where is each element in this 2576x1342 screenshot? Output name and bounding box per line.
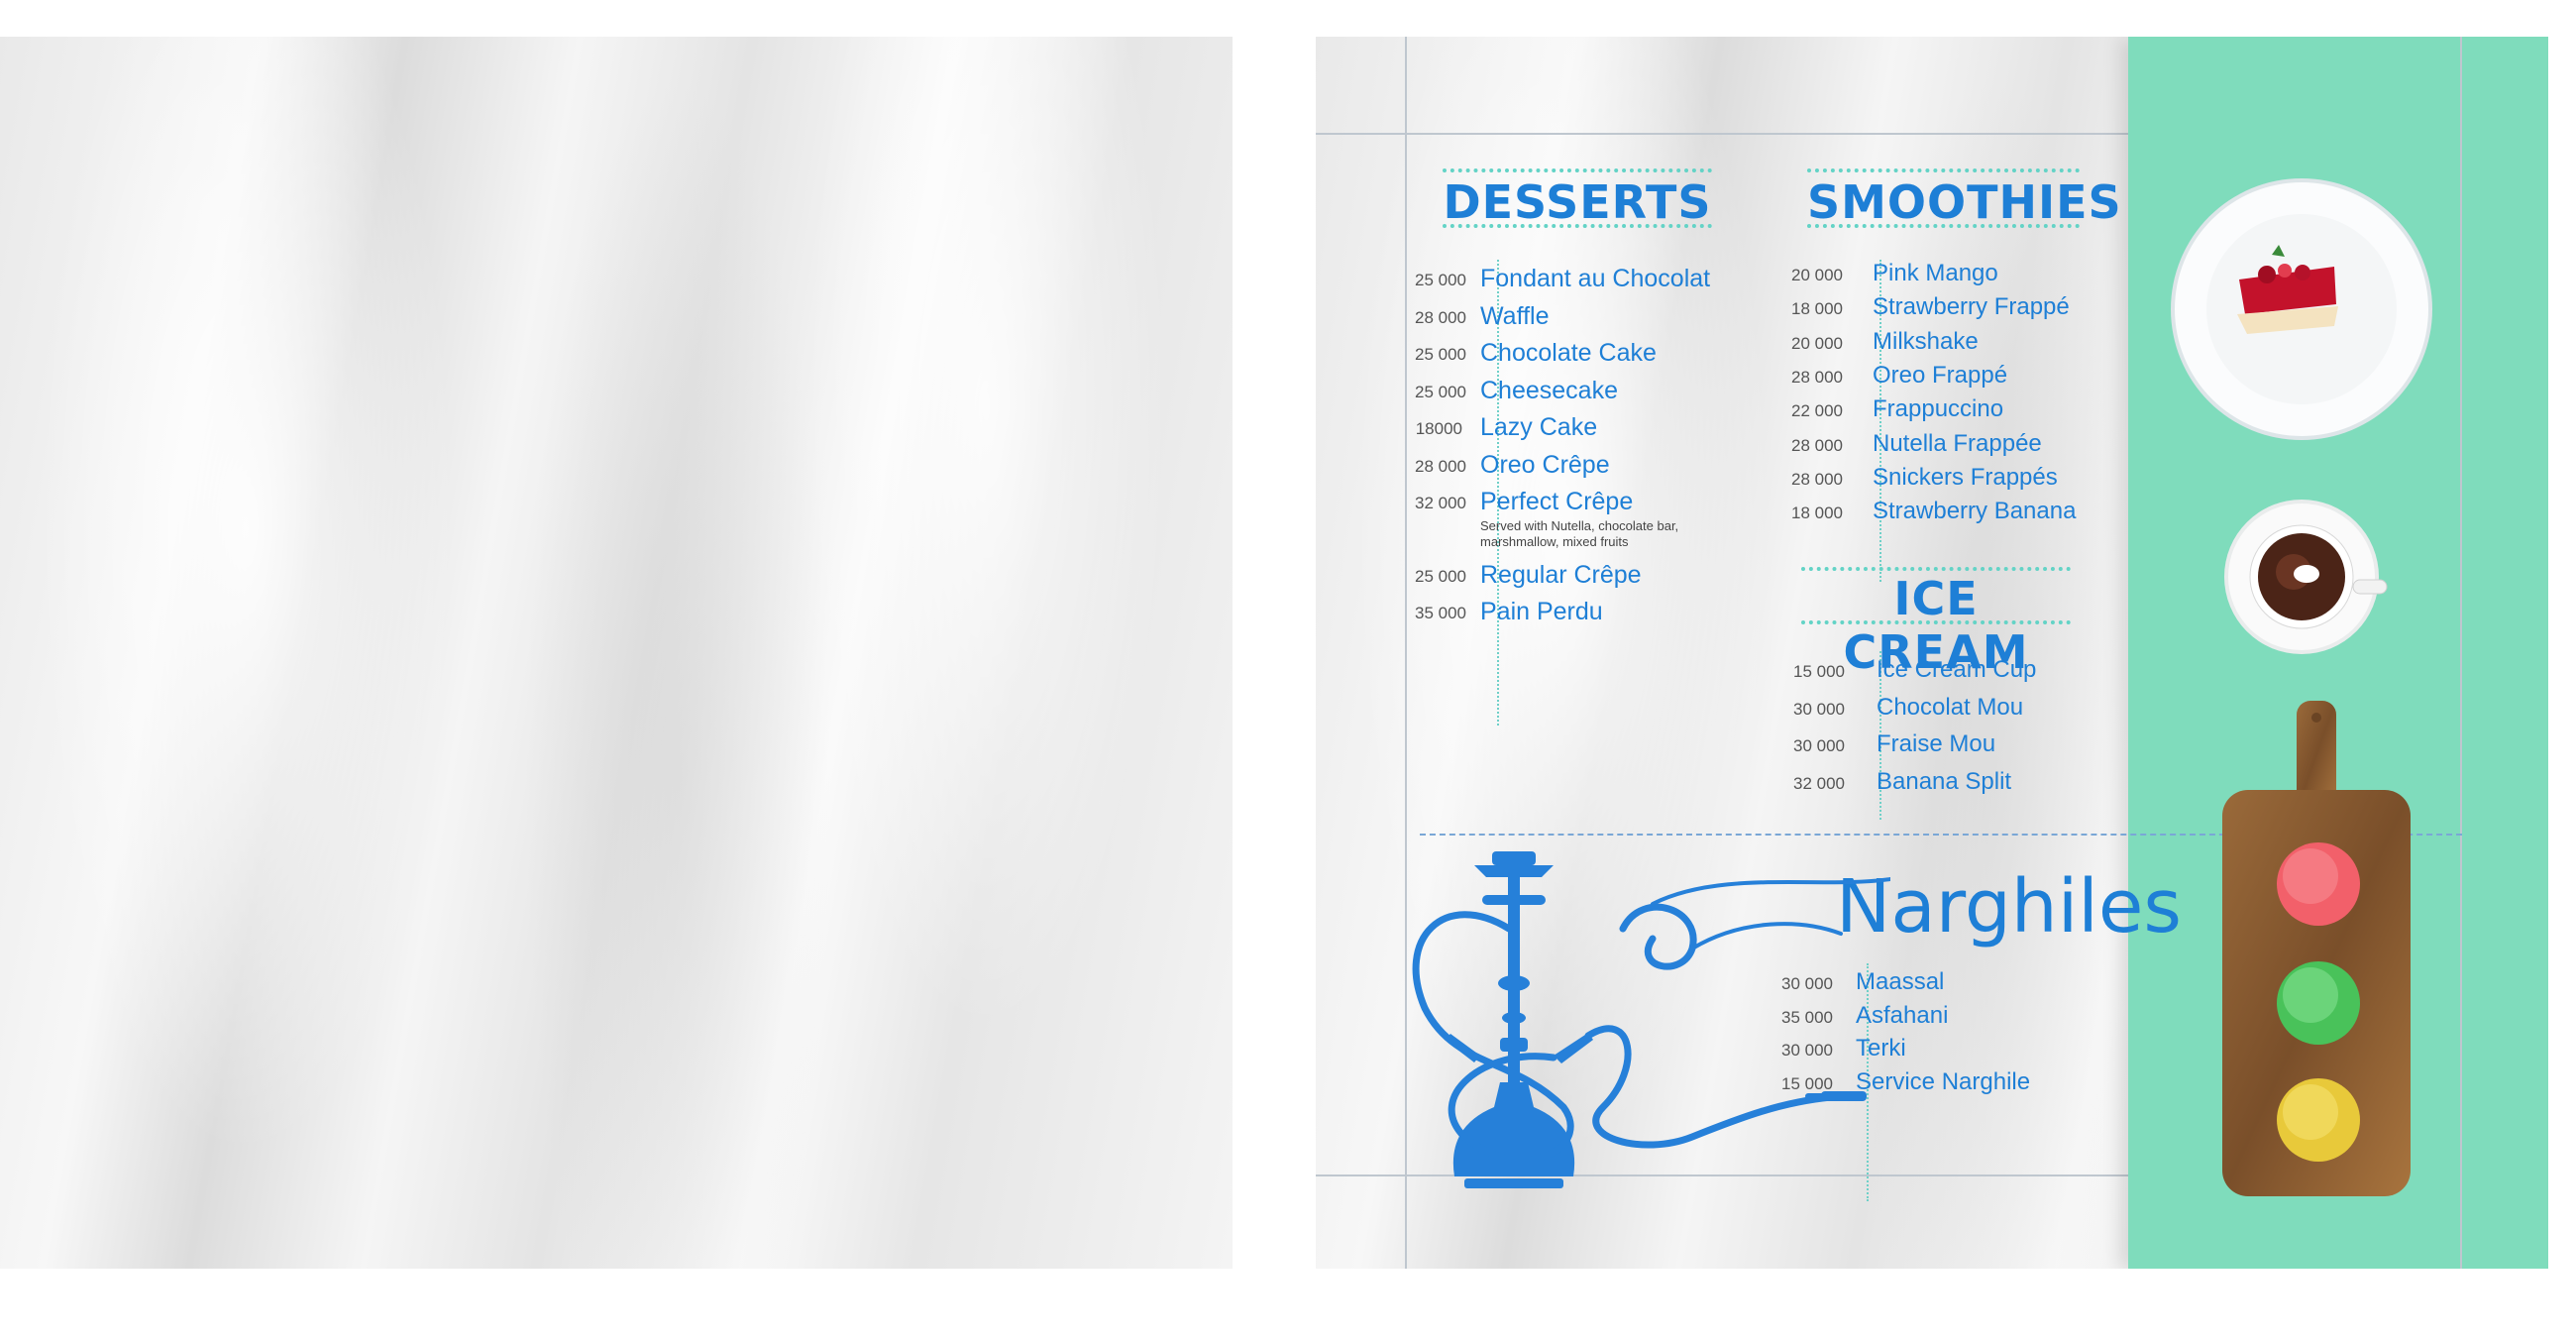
smoothie-item-name: Strawberry Banana <box>1873 498 2077 525</box>
dessert-item-price: 28 000 <box>1415 307 1466 327</box>
dessert-item-name: Fondant au Chocolat <box>1480 265 1711 292</box>
smoothie-item-name: Strawberry Frappé <box>1873 293 2070 321</box>
guide-line-right <box>2460 37 2462 1269</box>
smoothie-item-name: Milkshake <box>1873 327 1979 355</box>
smoothie-item-price: 22 000 <box>1791 401 1843 421</box>
desserts-dots-bottom <box>1443 224 1712 228</box>
dessert-item-price: 25 000 <box>1415 382 1466 401</box>
smoothies-dots-bottom <box>1807 224 2080 228</box>
smoothies-title: SMOOTHIES <box>1807 175 2122 229</box>
icecream-item-name: Ice Cream Cup <box>1877 656 2037 683</box>
dessert-item-price: 28 000 <box>1415 456 1466 476</box>
dessert-item-name: Pain Perdu <box>1480 598 1603 625</box>
desserts-dots-top <box>1443 168 1712 172</box>
smoothie-item-name: Pink Mango <box>1873 260 1998 286</box>
icecream-item-price: 32 000 <box>1793 773 1845 793</box>
dessert-item-name: Regular Crêpe <box>1480 560 1642 589</box>
smoothie-item-name: Oreo Frappé <box>1873 361 2008 389</box>
dessert-item-price: 35 000 <box>1415 604 1466 622</box>
dessert-item-price: 32 000 <box>1415 494 1466 512</box>
menu-page: DESSERTS 25 000 Fondant au Chocolat 28 000… <box>1316 37 2548 1269</box>
icecream-item-price: 30 000 <box>1793 736 1845 755</box>
cheesecake-plate-image <box>2171 178 2432 440</box>
left-blank-page <box>0 37 1233 1269</box>
ice-cream-board-image <box>2222 701 2411 1196</box>
smoothie-item-price: 28 000 <box>1791 367 1843 387</box>
dessert-item-note: Served with Nutella, chocolate bar, mars… <box>1480 518 1679 549</box>
smoothies-dots-top <box>1807 168 2080 172</box>
smoothie-item-name: Snickers Frappés <box>1873 463 2058 491</box>
dessert-item-name: Lazy Cake <box>1480 413 1598 441</box>
icecream-item-price: 30 000 <box>1793 699 1845 719</box>
icecream-item-name: Fraise Mou <box>1877 730 1996 757</box>
icecream-dots-top <box>1801 567 2071 571</box>
dessert-item-name: Oreo Crêpe <box>1480 450 1610 479</box>
dessert-item-price: 25 000 <box>1415 566 1466 586</box>
smoothie-item-price: 28 000 <box>1791 435 1843 455</box>
icecream-item-name: Banana Split <box>1877 767 2012 795</box>
lava-cake-cup-image <box>2224 500 2388 654</box>
smoothie-item-price: 28 000 <box>1791 469 1843 489</box>
dessert-item-price: 25 000 <box>1415 271 1466 289</box>
smoothie-item-price: 20 000 <box>1791 333 1843 353</box>
icecream-item-name: Chocolat Mou <box>1877 693 2024 721</box>
dessert-item-name: Cheesecake <box>1480 376 1618 404</box>
icecream-item-price: 15 000 <box>1793 662 1845 681</box>
dessert-item-price: 25 000 <box>1415 345 1466 364</box>
smoothie-item-price: 20 000 <box>1791 266 1843 284</box>
dessert-item-name: Waffle <box>1480 301 1550 330</box>
dessert-item-name: Perfect Crêpe <box>1480 488 1634 515</box>
smoothie-item-price: 18 000 <box>1791 299 1843 319</box>
desserts-title: DESSERTS <box>1443 175 1712 229</box>
hookah-icon <box>1412 851 1890 1188</box>
icecream-dots-bottom <box>1801 620 2071 624</box>
smoothie-item-name: Nutella Frappée <box>1873 429 2042 457</box>
dessert-item-price: 18000 <box>1415 419 1462 438</box>
smoothie-item-price: 18 000 <box>1791 503 1843 523</box>
smoothie-item-name: Frappuccino <box>1873 395 2004 423</box>
dessert-item-name: Chocolate Cake <box>1480 339 1657 367</box>
